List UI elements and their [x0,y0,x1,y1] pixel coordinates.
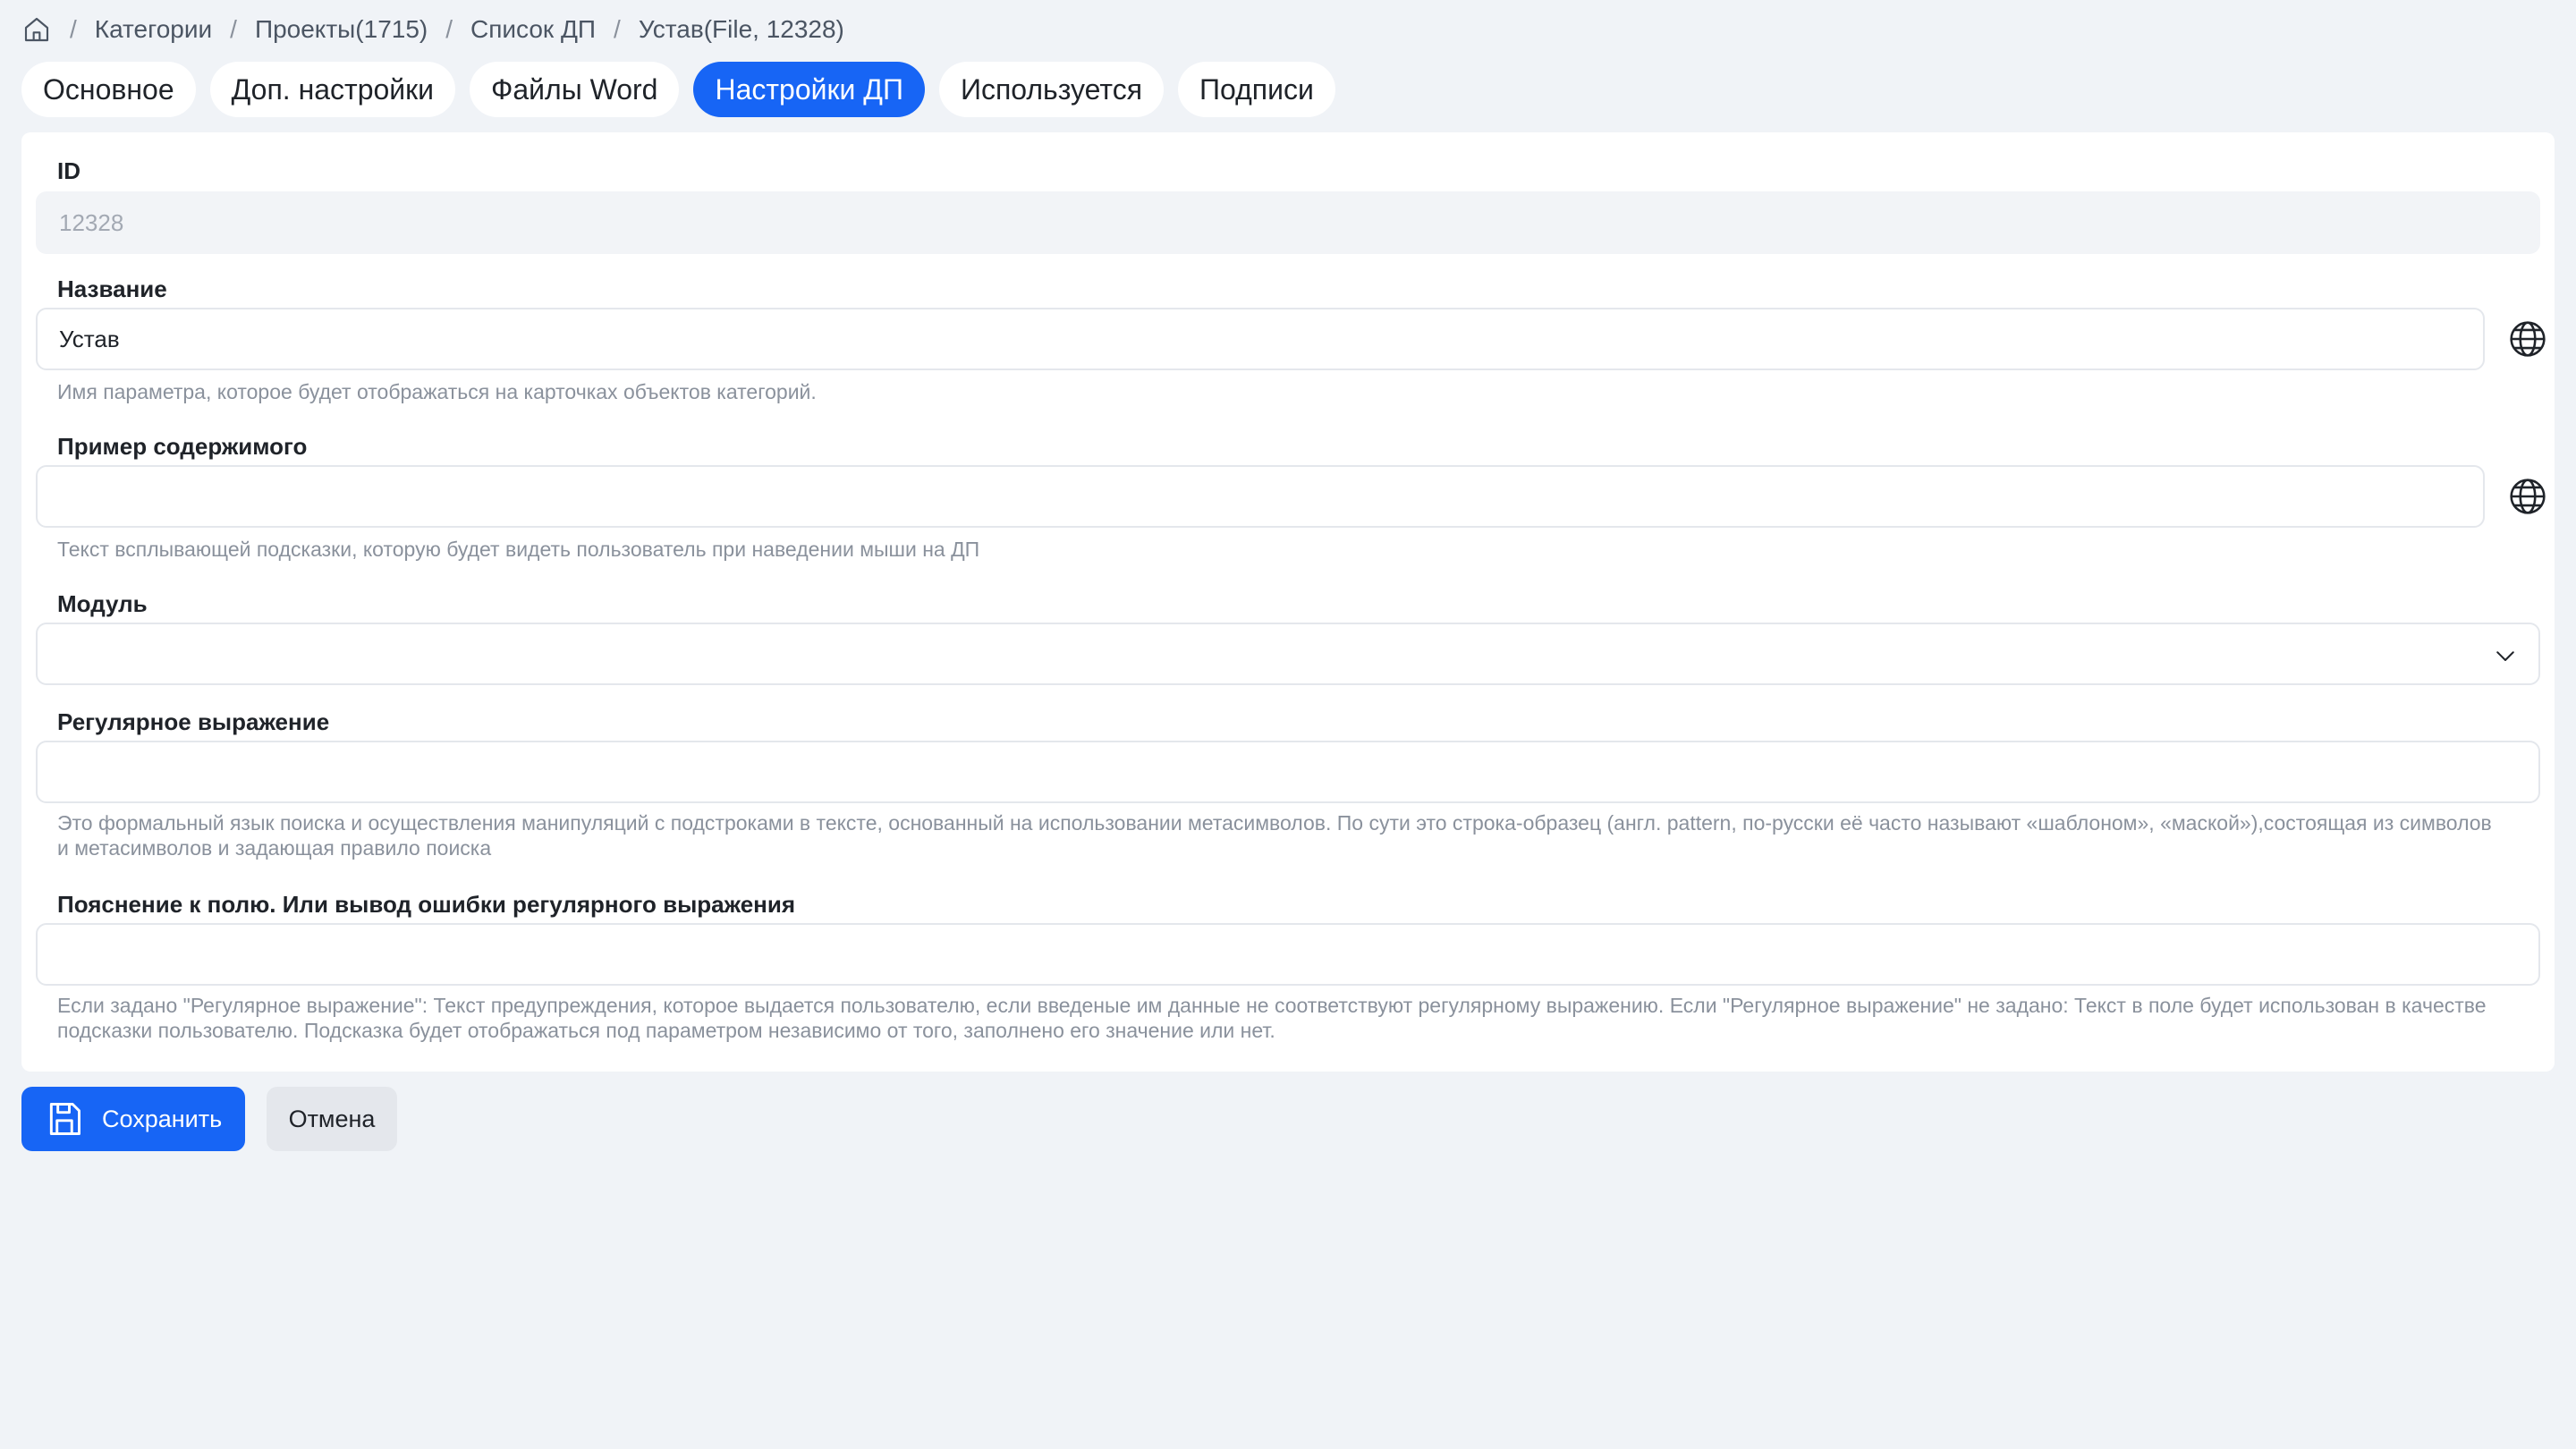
breadcrumb-separator: / [230,15,237,43]
tab-dp-settings[interactable]: Настройки ДП [693,62,925,117]
regex-hint: Это формальный язык поиска и осуществлен… [57,811,2492,860]
breadcrumb-item-projects[interactable]: Проекты(1715) [255,15,428,44]
breadcrumb-separator: / [70,15,77,43]
explanation-hint: Если задано "Регулярное выражение": Текс… [57,994,2487,1042]
name-input[interactable]: Устав [36,308,2485,370]
breadcrumb-separator: / [614,15,621,43]
example-hint: Текст всплывающей подсказки, которую буд… [57,538,980,561]
example-input[interactable] [36,465,2485,528]
example-label: Пример содержимого [57,433,308,460]
save-button-label: Сохранить [102,1105,223,1132]
name-hint: Имя параметра, которое будет отображатьс… [57,380,817,403]
name-label: Название [57,275,167,302]
regex-input[interactable] [36,741,2540,803]
regex-label: Регулярное выражение [57,708,330,735]
id-field: 12328 [36,191,2540,254]
breadcrumb-item-categories[interactable]: Категории [95,15,212,44]
globe-icon[interactable] [2506,318,2549,360]
tab-signatures[interactable]: Подписи [1178,62,1335,117]
settings-form: ID 12328 Название Устав Имя параметра, к… [21,132,2555,1072]
tab-main[interactable]: Основное [21,62,196,117]
save-button[interactable]: Сохранить [21,1087,245,1151]
id-label: ID [57,157,80,184]
tab-word-files[interactable]: Файлы Word [470,62,680,117]
tab-extra-settings[interactable]: Доп. настройки [209,62,456,117]
save-icon [45,1099,84,1139]
chevron-down-icon [2492,642,2519,669]
tab-used-in[interactable]: Используется [938,62,1165,117]
breadcrumb-separator: / [445,15,453,43]
explanation-input[interactable] [36,923,2540,986]
globe-icon[interactable] [2506,475,2549,518]
breadcrumb: / Категории / Проекты(1715) / Список ДП … [21,13,844,47]
module-select[interactable] [36,623,2540,685]
breadcrumb-item-current: Устав(File, 12328) [638,15,844,43]
module-label: Модуль [57,590,148,617]
home-icon[interactable] [21,14,52,45]
breadcrumb-item-dp-list[interactable]: Список ДП [470,15,596,44]
cancel-button[interactable]: Отмена [267,1087,397,1151]
explanation-label: Пояснение к полю. Или вывод ошибки регул… [57,891,796,918]
tab-bar: Основное Доп. настройки Файлы Word Настр… [21,62,1335,117]
